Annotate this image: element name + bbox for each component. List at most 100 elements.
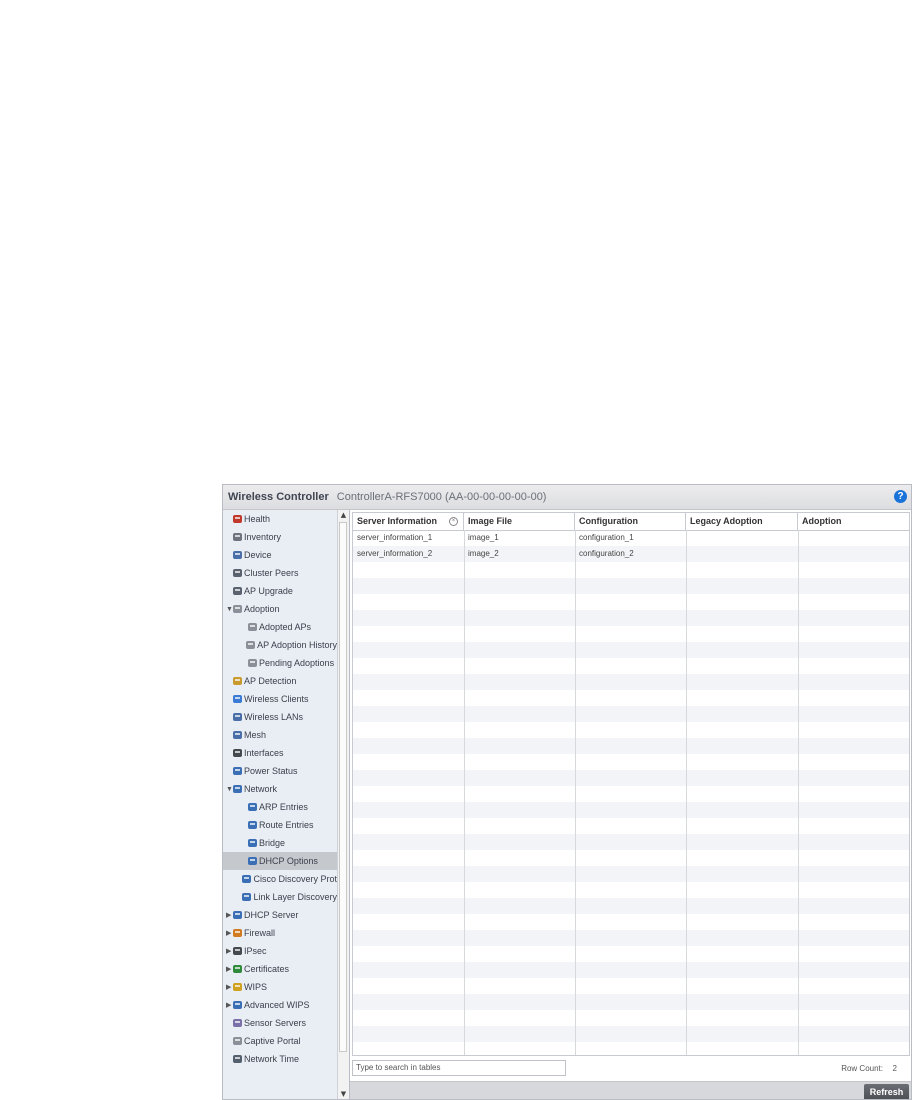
sidebar-item-dhcp-options[interactable]: DHCP Options: [223, 852, 337, 870]
sidebar-item-label: AP Adoption History: [257, 640, 337, 650]
sidebar-item-label: Health: [244, 514, 271, 524]
column-header-image-file[interactable]: Image File: [464, 513, 575, 530]
sidebar-item-label: Bridge: [259, 838, 286, 848]
empty-table-row: [353, 930, 909, 946]
table-row[interactable]: server_information_1 image_1 configuration…: [353, 530, 909, 546]
empty-table-row: [353, 978, 909, 994]
sidebar-item-mesh[interactable]: Mesh: [223, 726, 337, 744]
advanced-wips-icon: [232, 1000, 243, 1010]
table-cell-server-information: server_information_2: [357, 549, 433, 558]
dhcp-options-icon: [247, 856, 258, 866]
sort-icon[interactable]: ×: [449, 517, 458, 526]
pending-adoptions-icon: [247, 658, 258, 668]
sidebar-item-label: AP Detection: [244, 676, 297, 686]
sidebar-item-captive-portal[interactable]: Captive Portal: [223, 1032, 337, 1050]
sidebar-item-sensor-servers[interactable]: Sensor Servers: [223, 1014, 337, 1032]
mesh-icon: [232, 730, 243, 740]
sidebar-item-firewall[interactable]: ▶ Firewall: [223, 924, 337, 942]
row-count-value: 2: [892, 1064, 897, 1073]
sidebar-item-network-time[interactable]: Network Time: [223, 1050, 337, 1068]
sidebar-item-label: Adoption: [244, 604, 280, 614]
sidebar-item-wireless-lans[interactable]: Wireless LANs: [223, 708, 337, 726]
sidebar-item-cluster-peers[interactable]: Cluster Peers: [223, 564, 337, 582]
controller-name: ControllerA-RFS7000 (AA-00-00-00-00-00): [336, 491, 547, 503]
sidebar-item-network[interactable]: ▼ Network: [223, 780, 337, 798]
column-header-label: Server Information: [357, 516, 438, 526]
empty-table-row: [353, 994, 909, 1010]
column-header-adoption[interactable]: Adoption: [798, 513, 909, 530]
wips-icon: [232, 982, 243, 992]
scroll-up-icon[interactable]: ▲: [338, 510, 349, 520]
sidebar-item-certificates[interactable]: ▶ Certificates: [223, 960, 337, 978]
sidebar-item-dhcp-server[interactable]: ▶ DHCP Server: [223, 906, 337, 924]
table-cell-adoption: [798, 546, 909, 562]
sidebar-item-interfaces[interactable]: Interfaces: [223, 744, 337, 762]
empty-table-row: [353, 626, 909, 642]
empty-table-row: [353, 1026, 909, 1042]
empty-table-row: [353, 770, 909, 786]
empty-table-row: [353, 722, 909, 738]
sidebar-item-pending-adoptions[interactable]: Pending Adoptions: [223, 654, 337, 672]
scroll-thumb[interactable]: [339, 522, 347, 1052]
wireless-clients-icon: [232, 694, 243, 704]
empty-table-row: [353, 818, 909, 834]
sidebar-item-arp-entries[interactable]: ARP Entries: [223, 798, 337, 816]
sidebar-item-adoption[interactable]: ▼ Adoption: [223, 600, 337, 618]
column-divider: [686, 530, 687, 1055]
firewall-icon: [232, 928, 243, 938]
sidebar-item-link-layer-discovery[interactable]: Link Layer Discovery: [223, 888, 337, 906]
sidebar-item-adopted-aps[interactable]: Adopted APs: [223, 618, 337, 636]
table-cell-image-file: image_2: [468, 549, 499, 558]
table-row[interactable]: server_information_2 image_2 configuration…: [353, 546, 909, 562]
sidebar-item-label: DHCP Server: [244, 910, 299, 920]
empty-table-row: [353, 802, 909, 818]
column-divider: [575, 530, 576, 1055]
table-body: server_information_1 image_1 configuration…: [353, 530, 909, 1055]
sidebar-item-device[interactable]: Device: [223, 546, 337, 564]
cisco-discovery-icon: [241, 874, 252, 884]
sidebar-item-wips[interactable]: ▶ WIPS: [223, 978, 337, 996]
sidebar-item-ap-adoption-history[interactable]: AP Adoption History: [223, 636, 337, 654]
refresh-button[interactable]: Refresh: [864, 1084, 909, 1099]
table-cell-legacy-adoption: [686, 530, 798, 546]
sidebar-item-power-status[interactable]: Power Status: [223, 762, 337, 780]
sidebar-item-health[interactable]: Health: [223, 510, 337, 528]
power-status-icon: [232, 766, 243, 776]
sidebar-item-ipsec[interactable]: ▶ IPsec: [223, 942, 337, 960]
main-panel: Server Information × Image File Configurati…: [350, 510, 911, 1099]
sidebar-item-inventory[interactable]: Inventory: [223, 528, 337, 546]
sidebar-item-advanced-wips[interactable]: ▶ Advanced WIPS: [223, 996, 337, 1014]
sidebar-item-label: Cisco Discovery Prot: [253, 874, 337, 884]
cluster-peers-icon: [232, 568, 243, 578]
sidebar-item-label: WIPS: [244, 982, 268, 992]
inventory-icon: [232, 532, 243, 542]
sidebar-item-wireless-clients[interactable]: Wireless Clients: [223, 690, 337, 708]
sidebar-tree: Health Inventory Device Cluster Peers AP Upg…: [223, 510, 337, 1099]
search-input[interactable]: Type to search in tables: [352, 1060, 566, 1076]
sidebar-item-ap-upgrade[interactable]: AP Upgrade: [223, 582, 337, 600]
empty-table-row: [353, 786, 909, 802]
action-bar: Refresh: [350, 1081, 911, 1099]
sidebar-item-cisco-discovery-prot[interactable]: Cisco Discovery Prot: [223, 870, 337, 888]
table-cell-configuration: configuration_1: [579, 533, 634, 542]
table-cell-image-file: image_1: [468, 533, 499, 542]
sidebar-item-label: Network Time: [244, 1054, 300, 1064]
sidebar-item-label: Wireless LANs: [244, 712, 304, 722]
table-cell-configuration: configuration_2: [579, 549, 634, 558]
sidebar-item-label: Link Layer Discovery: [253, 892, 337, 902]
certificates-icon: [232, 964, 243, 974]
help-icon[interactable]: ?: [894, 490, 907, 503]
column-header-legacy-adoption[interactable]: Legacy Adoption: [686, 513, 798, 530]
column-header-server-information[interactable]: Server Information ×: [353, 513, 464, 530]
arp-entries-icon: [247, 802, 258, 812]
sidebar-item-bridge[interactable]: Bridge: [223, 834, 337, 852]
sidebar-item-ap-detection[interactable]: AP Detection: [223, 672, 337, 690]
sidebar: Health Inventory Device Cluster Peers AP Upg…: [223, 510, 350, 1099]
sidebar-item-route-entries[interactable]: Route Entries: [223, 816, 337, 834]
sidebar-scrollbar[interactable]: ▲ ▼: [337, 510, 349, 1099]
scroll-down-icon[interactable]: ▼: [338, 1089, 349, 1099]
ipsec-icon: [232, 946, 243, 956]
table-footer: Type to search in tables Row Count: 2: [350, 1056, 911, 1081]
column-header-configuration[interactable]: Configuration: [575, 513, 686, 530]
empty-table-row: [353, 690, 909, 706]
